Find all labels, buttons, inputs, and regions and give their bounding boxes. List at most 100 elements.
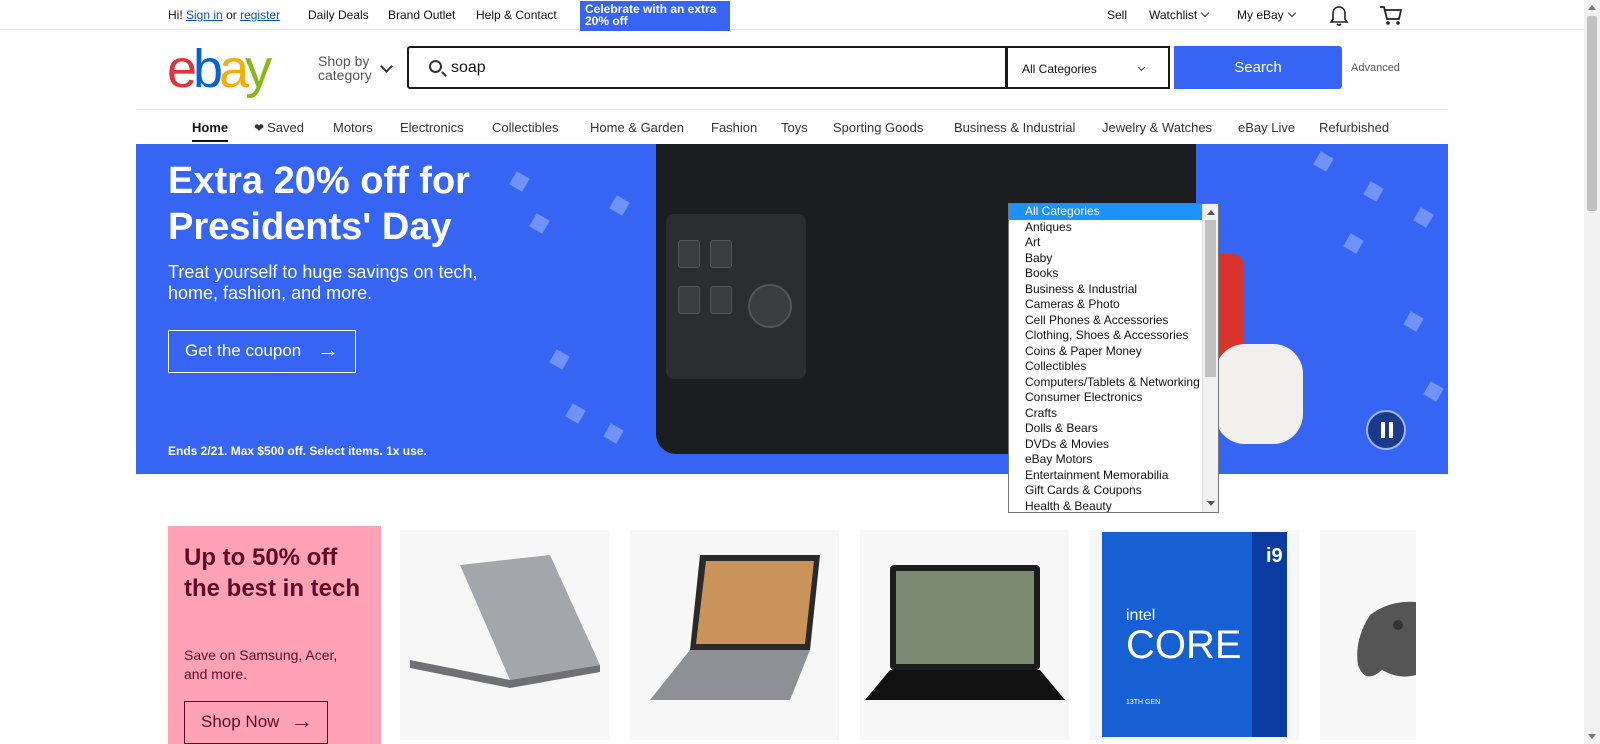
nav-item-fashion[interactable]: Fashion (711, 120, 757, 135)
category-option[interactable]: Clothing, Shoes & Accessories (1009, 328, 1218, 344)
category-option[interactable]: Gift Cards & Coupons (1009, 483, 1218, 499)
sell-link[interactable]: Sell (1107, 8, 1127, 22)
shop-now-button[interactable]: Shop Now → (184, 701, 328, 744)
nav-item-collectibles[interactable]: Collectibles (492, 120, 558, 135)
badge-label: i9 (1266, 545, 1283, 567)
confetti-decoration (1413, 207, 1434, 228)
page-scrollbar[interactable] (1584, 0, 1600, 744)
nav-item-home-garden[interactable]: Home & Garden (590, 120, 684, 135)
get-coupon-button[interactable]: Get the coupon → (168, 330, 356, 373)
hero-title: Extra 20% off for Presidents' Day (168, 160, 470, 248)
confetti-decoration (1363, 181, 1384, 202)
product-tile-controller[interactable] (1320, 530, 1416, 740)
category-option[interactable]: Art (1009, 235, 1218, 251)
promo-banner[interactable]: Celebrate with an extra 20% off (580, 1, 730, 31)
nav-item-electronics[interactable]: Electronics (400, 120, 464, 135)
product-tile-processor[interactable]: i9 intel CORE 13TH GEN (1090, 530, 1299, 740)
nav-item-business-industrial[interactable]: Business & Industrial (954, 120, 1075, 135)
laptop-image (410, 555, 600, 688)
confetti-decoration (1403, 311, 1424, 332)
search-box[interactable] (407, 46, 1007, 89)
category-option[interactable]: Collectibles (1009, 359, 1218, 375)
category-option[interactable]: Business & Industrial (1009, 282, 1218, 298)
nav-divider (136, 109, 1448, 110)
brand-outlet-link[interactable]: Brand Outlet (388, 8, 455, 22)
category-option[interactable]: Computers/Tablets & Networking (1009, 375, 1218, 391)
tech-promo-card[interactable]: Up to 50% off the best in tech Save on S… (168, 526, 381, 744)
hero-banner[interactable]: Extra 20% off for Presidents' Day Treat … (136, 144, 1448, 474)
top-utility-bar: Hi! Sign in or register Daily Deals Bran… (0, 0, 1584, 31)
scroll-down-icon[interactable] (1588, 734, 1596, 739)
product-tile-laptop[interactable] (860, 530, 1069, 740)
logo-letter: b (193, 39, 223, 99)
scroll-down-icon[interactable] (1207, 501, 1215, 506)
category-option[interactable]: Coins & Paper Money (1009, 344, 1218, 360)
category-option[interactable]: Consumer Electronics (1009, 390, 1218, 406)
scroll-up-icon[interactable] (1588, 5, 1596, 10)
product-tile-laptop[interactable] (400, 530, 609, 740)
cart-icon[interactable] (1379, 5, 1403, 27)
category-option[interactable]: Cell Phones & Accessories (1009, 313, 1218, 329)
outlet-decoration (678, 286, 700, 314)
logo-letter: a (219, 39, 249, 99)
chevron-down-icon[interactable] (380, 60, 393, 73)
my-ebay-menu[interactable]: My eBay (1237, 8, 1296, 22)
nav-item-sporting-goods[interactable]: Sporting Goods (833, 120, 923, 135)
dropdown-scroll-thumb[interactable] (1205, 220, 1216, 377)
category-option[interactable]: Entertainment Memorabilia (1009, 468, 1218, 484)
confetti-decoration (549, 349, 570, 370)
nav-item-refurbished[interactable]: Refurbished (1319, 120, 1389, 135)
nav-item-ebay-live[interactable]: eBay Live (1238, 120, 1295, 135)
dropdown-scrollbar[interactable] (1202, 204, 1218, 512)
category-select[interactable]: All Categories (1006, 46, 1170, 89)
nav-item-home[interactable]: Home (192, 120, 228, 135)
logo-letter: y (245, 39, 272, 99)
sign-in-link[interactable]: Sign in (186, 8, 223, 22)
or-text: or (226, 8, 237, 22)
outlet-decoration (710, 240, 732, 268)
search-icon (429, 60, 442, 73)
nav-item-jewelry-watches[interactable]: Jewelry & Watches (1102, 120, 1212, 135)
category-option[interactable]: Baby (1009, 251, 1218, 267)
logo-letter: e (167, 39, 197, 99)
laptop-image (865, 565, 1065, 700)
category-option[interactable]: eBay Motors (1009, 452, 1218, 468)
earbuds-image (1215, 344, 1303, 444)
watchlist-menu[interactable]: Watchlist (1149, 8, 1210, 22)
shop-by-category-button[interactable]: Shop by category (318, 54, 378, 82)
gen-label: 13TH GEN (1126, 699, 1160, 706)
category-option[interactable]: All Categories (1009, 204, 1218, 220)
bell-icon[interactable] (1329, 5, 1349, 27)
nav-item-toys[interactable]: Toys (781, 120, 808, 135)
category-option[interactable]: Dolls & Bears (1009, 421, 1218, 437)
nav-item-saved[interactable]: ❤ Saved (254, 120, 304, 135)
nav-item-motors[interactable]: Motors (333, 120, 373, 135)
nav-item-label: Saved (267, 120, 304, 135)
outlet-decoration (748, 284, 792, 328)
category-option[interactable]: Health & Beauty (1009, 499, 1218, 513)
arrow-right-icon: → (317, 337, 339, 362)
help-contact-link[interactable]: Help & Contact (476, 8, 557, 22)
chevron-down-icon (1287, 8, 1296, 18)
chevron-down-icon (1200, 8, 1210, 18)
category-option[interactable]: DVDs & Movies (1009, 437, 1218, 453)
category-option[interactable]: Crafts (1009, 406, 1218, 422)
pause-icon[interactable] (1366, 410, 1406, 450)
search-input[interactable] (451, 56, 971, 80)
ebay-logo[interactable]: ebay (167, 39, 272, 99)
search-button[interactable]: Search (1174, 46, 1342, 89)
category-option[interactable]: Books (1009, 266, 1218, 282)
page-scroll-thumb[interactable] (1587, 16, 1597, 211)
product-tile-laptop[interactable] (630, 530, 839, 740)
confetti-decoration (609, 195, 630, 216)
category-option[interactable]: Cameras & Photo (1009, 297, 1218, 313)
scroll-up-icon[interactable] (1207, 210, 1215, 215)
my-ebay-label: My eBay (1237, 8, 1284, 22)
category-dropdown-list[interactable]: All Categories Antiques Art Baby Books B… (1008, 203, 1219, 513)
category-option[interactable]: Antiques (1009, 220, 1218, 236)
daily-deals-link[interactable]: Daily Deals (308, 8, 369, 22)
hero-fine-print: Ends 2/21. Max $500 off. Select items. 1… (168, 444, 427, 458)
coupon-label: Get the coupon (185, 341, 302, 360)
register-link[interactable]: register (240, 8, 280, 22)
advanced-search-link[interactable]: Advanced (1351, 62, 1400, 74)
